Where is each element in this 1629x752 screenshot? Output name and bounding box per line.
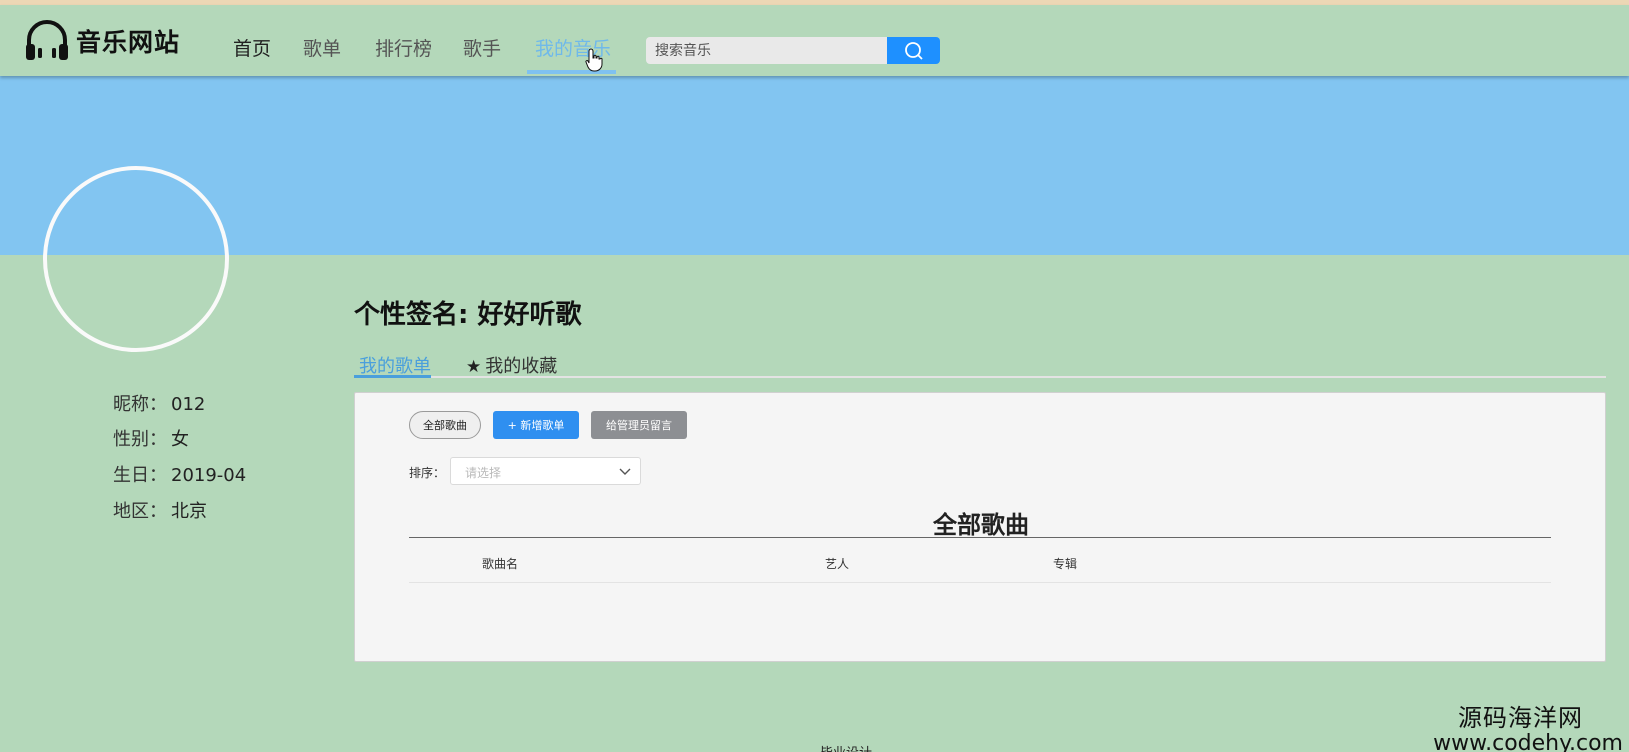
tab-favorites-label: 我的收藏 (485, 356, 558, 377)
signature: 个性签名: 好好听歌 (354, 300, 582, 330)
nav-playlists[interactable]: 歌单 (303, 34, 341, 61)
search-input[interactable] (646, 37, 887, 64)
star-icon: ★ (466, 357, 482, 377)
nav-rankings[interactable]: 排行榜 (375, 34, 432, 61)
profile-gender: 性别：女 (113, 425, 189, 451)
navbar: 音乐网站 首页 歌单 排行榜 歌手 我的音乐 (0, 5, 1629, 76)
tab-active-underline (354, 375, 431, 378)
headphones-icon (26, 20, 68, 60)
sort-label: 排序： (409, 466, 446, 480)
column-album[interactable]: 专辑 (1053, 555, 1077, 572)
sort-select[interactable]: 请选择 (450, 457, 641, 485)
profile-nickname: 昵称： 012 (113, 390, 205, 416)
watermark-url: www.codehy.com (1433, 731, 1623, 752)
sort-placeholder: 请选择 (465, 466, 502, 480)
profile-tabs: 我的歌单 ★ 我的收藏 (354, 348, 1606, 378)
nickname-value: 012 (171, 394, 206, 415)
nav-singers[interactable]: 歌手 (463, 34, 501, 61)
search-button[interactable] (887, 37, 940, 64)
chevron-down-icon (619, 468, 631, 475)
search-icon (904, 41, 923, 60)
gender-value: 女 (171, 429, 189, 450)
column-song-name[interactable]: 歌曲名 (482, 555, 518, 572)
birthday-label: 生日： (113, 465, 167, 486)
profile-birthday: 生日： 2019-04 (113, 461, 246, 487)
column-artist[interactable]: 艺人 (825, 555, 849, 572)
nav-home[interactable]: 首页 (233, 34, 271, 61)
watermark-title: 源码海洋网 (1458, 704, 1583, 732)
tab-my-favorites[interactable]: ★ 我的收藏 (466, 352, 557, 378)
logo-text: 音乐网站 (76, 28, 181, 57)
playlist-panel: 全部歌曲 + 新增歌单 给管理员留言 排序： 请选择 全部歌曲 歌曲名 艺人 专… (354, 392, 1606, 662)
region-label: 地区： (113, 501, 167, 522)
footer-text: 毕业设计 (820, 742, 872, 752)
hand-cursor-icon (585, 48, 603, 72)
birthday-value: 2019-04 (171, 465, 247, 486)
gender-label: 性别： (113, 429, 167, 450)
profile-region: 地区： 北京 (113, 497, 207, 523)
avatar[interactable] (43, 166, 229, 352)
all-songs-button[interactable]: 全部歌曲 (409, 411, 481, 439)
table-title: 全部歌曲 (933, 511, 1029, 539)
watermark: 源码海洋网 www.codehy.com (1433, 698, 1623, 752)
logo[interactable]: 音乐网站 (24, 18, 180, 64)
table-header-divider (409, 582, 1551, 583)
nickname-label: 昵称： (113, 394, 167, 415)
message-admin-button[interactable]: 给管理员留言 (591, 411, 687, 439)
region-value: 北京 (171, 501, 207, 522)
add-playlist-button[interactable]: + 新增歌单 (493, 411, 579, 439)
table-divider (409, 537, 1551, 538)
profile-banner (0, 76, 1629, 255)
search-bar (646, 37, 940, 64)
